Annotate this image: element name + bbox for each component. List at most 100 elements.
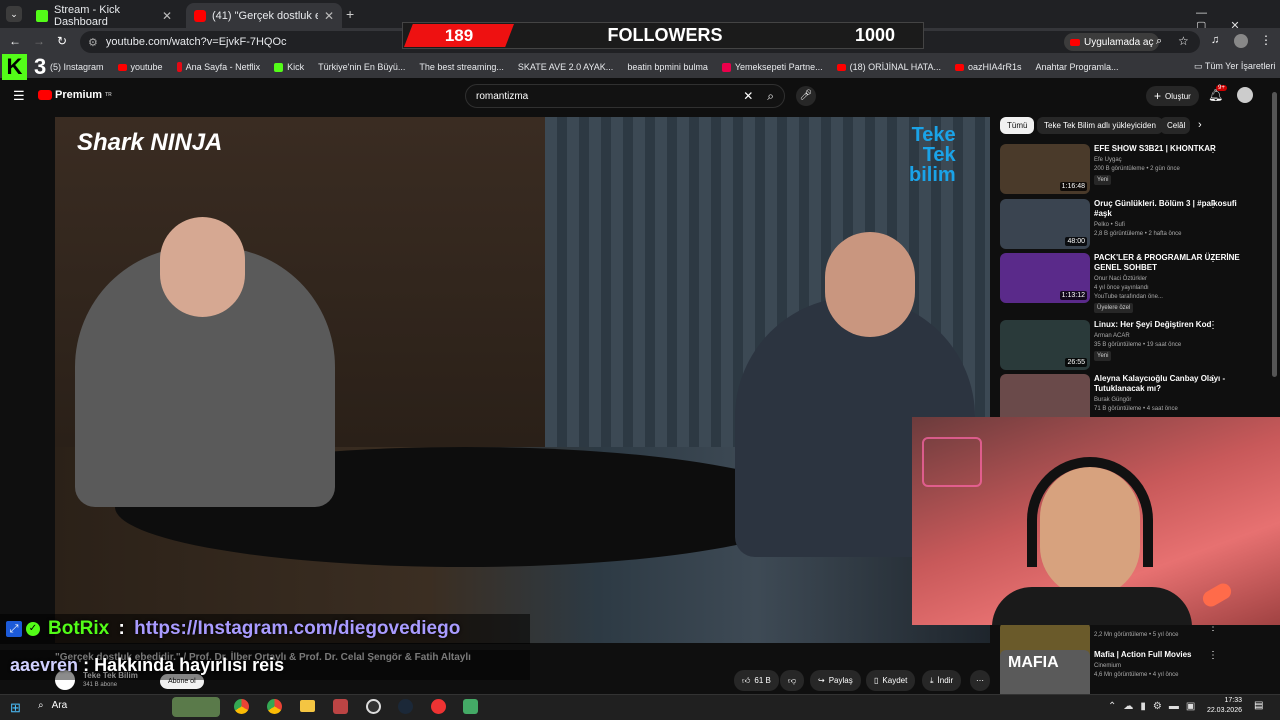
more-options-icon[interactable]: ⋮ bbox=[1208, 199, 1218, 210]
open-in-app-button[interactable]: Uygulamada aç bbox=[1064, 33, 1160, 51]
steam-taskbar-icon[interactable] bbox=[398, 699, 413, 714]
account-avatar[interactable] bbox=[1237, 87, 1253, 103]
close-tab-icon[interactable]: ✕ bbox=[324, 9, 334, 23]
video-badge: Yeni bbox=[1094, 175, 1112, 185]
more-actions-button[interactable]: ⋯ bbox=[970, 670, 990, 691]
video-channel: Efe Uygaç bbox=[1094, 157, 1122, 163]
video-thumbnail[interactable]: 26:55 bbox=[1000, 320, 1090, 370]
forward-icon[interactable]: → bbox=[33, 34, 45, 48]
search-icon[interactable]: ⌕ bbox=[767, 89, 774, 104]
voice-search-icon[interactable]: 🎤︎ bbox=[796, 86, 816, 106]
bookmark-streaming[interactable]: The best streaming... bbox=[419, 62, 504, 72]
taskbar-widget[interactable] bbox=[172, 697, 220, 717]
bookmark-anahtar[interactable]: Anahtar Programla... bbox=[1036, 62, 1119, 72]
chip-uploader[interactable]: Teke Tek Bilim adlı yükleyiciden bbox=[1037, 117, 1163, 134]
download-icon: ⤓ bbox=[930, 675, 934, 685]
bookmark-orijinal[interactable]: (18) ORİJİNAL HATA... bbox=[836, 62, 941, 72]
back-icon[interactable]: ← bbox=[9, 34, 21, 48]
dislike-button[interactable]: 👎︎ bbox=[780, 670, 805, 691]
recommended-video[interactable]: 1:16:48 EFE SHOW S3B21 | KHONTKAR Efe Uyga… bbox=[1000, 144, 1270, 196]
create-button[interactable]: + Oluştur bbox=[1146, 86, 1199, 106]
notification-center-icon[interactable]: ▤ bbox=[1254, 700, 1263, 711]
chip-all[interactable]: Tümü bbox=[1000, 117, 1035, 134]
video-player[interactable]: Shark NINJA Teke Tek bilim bbox=[55, 117, 990, 643]
thumbs-down-icon: 👎︎ bbox=[788, 675, 797, 685]
chrome-taskbar-icon[interactable] bbox=[234, 699, 249, 714]
bookmark-youtube[interactable]: youtube bbox=[117, 62, 163, 72]
profile-avatar[interactable] bbox=[1234, 34, 1248, 48]
bookmark-oaz[interactable]: oazHIA4rR1s bbox=[954, 62, 1022, 72]
neon-sign bbox=[922, 437, 982, 487]
youtube-logo[interactable]: Premium TR bbox=[38, 89, 112, 101]
search-input[interactable]: romantizma ✕ ⌕ bbox=[465, 84, 785, 108]
bookmark-turkiye[interactable]: Türkiye'nin En Büyü... bbox=[318, 62, 405, 72]
more-options-icon[interactable]: ⋮ bbox=[1208, 253, 1218, 264]
video-thumbnail[interactable]: 1:13:12 bbox=[1000, 253, 1090, 303]
bookmark-bpm[interactable]: beatin bpmini bulma bbox=[627, 62, 708, 72]
all-bookmarks[interactable]: ▭ Tüm Yer İşaretleri bbox=[1194, 61, 1275, 72]
file-explorer-icon[interactable] bbox=[300, 700, 315, 712]
recommended-video[interactable]: 1:13:12 PACK'LER & PROGRAMLAR ÜZERİNE GEN… bbox=[1000, 253, 1270, 313]
more-options-icon[interactable]: ⋮ bbox=[1208, 144, 1218, 155]
app2-taskbar-icon[interactable] bbox=[431, 699, 446, 714]
recommended-video[interactable]: 26:55 Linux: Her Şeyi Değiştiren Kod Arman… bbox=[1000, 320, 1270, 372]
open-in-app-label: Uygulamada aç bbox=[1084, 36, 1154, 48]
media-controls-icon[interactable]: ♫ bbox=[1211, 34, 1219, 46]
bookmark-kick[interactable]: Kick bbox=[274, 62, 304, 72]
chip-celal[interactable]: Celâl bbox=[1160, 117, 1190, 134]
windows-start-icon[interactable]: ⊞ bbox=[10, 700, 21, 716]
bookmark-label: (18) ORİJİNAL HATA... bbox=[849, 62, 941, 72]
clock[interactable]: 17:33 22.03.2026 bbox=[1200, 696, 1242, 716]
more-options-icon[interactable]: ⋮ bbox=[1208, 374, 1218, 385]
recommended-video[interactable]: 48:00 Oruç Günlükleri. Bölüm 3 | #palkosu… bbox=[1000, 199, 1270, 251]
site-info-icon[interactable]: ⚙ bbox=[88, 36, 98, 49]
save-button[interactable]: ▯ Kaydet bbox=[866, 670, 916, 691]
sponsor-watermark: Shark NINJA bbox=[77, 129, 223, 156]
tab-kick-dashboard[interactable]: Stream - Kick Dashboard ✕ bbox=[28, 3, 180, 28]
bookmark-label: oazHIA4rR1s bbox=[967, 62, 1022, 72]
folder-icon: ▭ bbox=[1194, 61, 1205, 71]
close-tab-icon[interactable]: ✕ bbox=[162, 9, 172, 23]
tab-list-button[interactable]: ⌄ bbox=[6, 6, 22, 22]
chip-label: Celâl bbox=[1167, 121, 1186, 130]
chat-username: aaevren bbox=[10, 654, 79, 675]
app-taskbar-icon[interactable] bbox=[333, 699, 348, 714]
bookmark-label: Türkiye'nin En Büyü... bbox=[318, 62, 406, 72]
clock-time: 17:33 bbox=[1224, 697, 1242, 704]
video-duration: 48:00 bbox=[1065, 237, 1087, 246]
video-duration: 1:16:48 bbox=[1059, 182, 1087, 191]
video-thumbnail[interactable]: 1:16:48 bbox=[1000, 144, 1090, 194]
hamburger-menu-icon[interactable]: ☰ bbox=[13, 88, 25, 104]
system-tray[interactable]: ⌃☁▮⚙▬▣ bbox=[1108, 701, 1202, 712]
obs-taskbar-icon[interactable] bbox=[366, 699, 381, 714]
reload-icon[interactable]: ↻ bbox=[57, 34, 67, 48]
more-options-icon[interactable]: ⋮ bbox=[1208, 320, 1218, 331]
bookmark-star-icon[interactable]: ☆ bbox=[1178, 34, 1189, 48]
taskbar-search[interactable]: ⌕ Ara bbox=[38, 700, 67, 711]
bookmark-skate[interactable]: SKATE AVE 2.0 AYAK... bbox=[518, 62, 613, 72]
chrome-alt-taskbar-icon[interactable] bbox=[267, 699, 282, 714]
bookmark-instagram[interactable]: (5) Instagram bbox=[50, 62, 104, 72]
zoom-icon[interactable]: ⌕ bbox=[1156, 35, 1162, 48]
video-channel: Onur Naci Öztürkler bbox=[1094, 276, 1148, 282]
new-tab-button[interactable]: + bbox=[346, 6, 354, 22]
video-thumbnail[interactable]: MAFIA bbox=[1000, 650, 1090, 700]
tab-youtube-video[interactable]: (41) "Gerçek dostluk ebedidir." ✕ bbox=[186, 3, 342, 28]
clear-search-icon[interactable]: ✕ bbox=[743, 89, 753, 103]
share-button[interactable]: ↪ Paylaş bbox=[810, 670, 861, 691]
video-badge-wrap: Yeni bbox=[1094, 175, 1112, 185]
browser-menu-icon[interactable]: ⋮ bbox=[1260, 33, 1272, 47]
download-button[interactable]: ⤓ İndir bbox=[922, 670, 962, 691]
watermark-line: Teke bbox=[911, 124, 956, 146]
like-button[interactable]: 👍︎ 61 B bbox=[734, 670, 779, 691]
chevron-right-icon[interactable]: › bbox=[1198, 119, 1202, 131]
create-label: Oluştur bbox=[1165, 91, 1191, 101]
yemeksepeti-icon bbox=[721, 62, 731, 72]
video-thumbnail[interactable]: 48:00 bbox=[1000, 199, 1090, 249]
app3-taskbar-icon[interactable] bbox=[463, 699, 478, 714]
bookmark-yemeksepeti[interactable]: Yemeksepeti Partne... bbox=[721, 62, 823, 72]
chat-overlay-line-1: ⤢ ✓ BotRix : https://Instagram.com/diego… bbox=[0, 614, 530, 644]
more-options-icon[interactable]: ⋮ bbox=[1208, 650, 1218, 661]
page-scrollbar[interactable] bbox=[1272, 92, 1277, 377]
bookmark-netflix[interactable]: Ana Sayfa - Netflix bbox=[176, 62, 260, 72]
